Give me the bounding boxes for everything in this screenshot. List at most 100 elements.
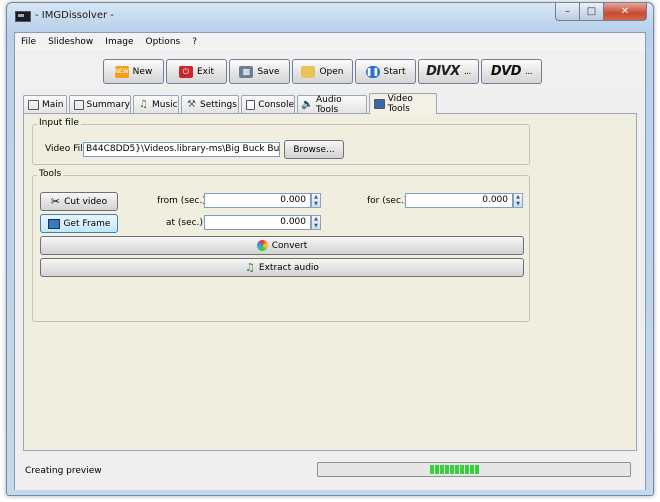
convert-button[interactable]: Convert [40, 236, 524, 255]
for-spinner[interactable]: ▲ ▼ [513, 193, 523, 208]
window-controls: – □ ✕ [555, 3, 647, 21]
scissors-icon: ✂ [50, 195, 61, 208]
spin-down-icon: ▼ [314, 222, 318, 229]
extract-audio-label: Extract audio [258, 262, 319, 273]
start-button[interactable]: ❚❚ Start [355, 59, 416, 84]
tab-audio-tools[interactable]: 🔈 Audio Tools [297, 94, 367, 115]
video-tools-panel: Input file Video File B44C8DD5}\Videos.l… [23, 113, 637, 451]
at-spinner[interactable]: ▲ ▼ [311, 215, 321, 230]
app-window: - IMGDissolver - – □ ✕ File Slideshow Im… [6, 2, 654, 496]
tab-video-tools-label: Video Tools [387, 94, 413, 114]
start-button-label: Start [383, 66, 406, 77]
from-spinner[interactable]: ▲ ▼ [311, 193, 321, 208]
progress-block [455, 465, 459, 474]
spin-down-icon: ▼ [314, 200, 318, 207]
tools-icon: ⚒ [187, 99, 196, 110]
status-text: Creating preview [25, 466, 102, 476]
get-frame-label: Get Frame [63, 218, 111, 229]
music-note-icon: ♫ [245, 261, 255, 274]
progress-block [435, 465, 439, 474]
tab-music-label: Music [152, 99, 178, 110]
menu-slideshow[interactable]: Slideshow [42, 33, 99, 51]
tab-settings-label: Settings [200, 99, 237, 110]
maximize-button[interactable]: □ [580, 3, 604, 21]
tab-main[interactable]: Main [23, 95, 67, 113]
tab-audio-tools-label: Audio Tools [316, 94, 342, 115]
for-input[interactable]: 0.000 [405, 193, 513, 208]
spin-down-icon: ▼ [516, 200, 520, 207]
at-input[interactable]: 0.000 [204, 215, 311, 230]
progress-bar [317, 462, 631, 477]
new-icon: NEW [115, 65, 129, 78]
cut-video-button[interactable]: ✂ Cut video [40, 192, 118, 211]
video-file-input[interactable]: B44C8DD5}\Videos.library-ms\Big Buck Bun… [83, 142, 280, 157]
window-title: - IMGDissolver - [35, 10, 114, 21]
from-label: from (sec.) [157, 196, 206, 206]
title-bar[interactable]: - IMGDissolver - – □ ✕ [7, 3, 653, 31]
open-button[interactable]: Open [292, 59, 353, 84]
open-button-label: Open [319, 66, 344, 77]
tools-group-title: Tools [37, 169, 64, 179]
dvd-logo-icon: DVD [490, 64, 522, 79]
for-label: for (sec.) [367, 196, 408, 206]
floppy-icon: ▩ [239, 65, 254, 78]
power-icon: ⏻ [178, 65, 193, 78]
progress-block [450, 465, 454, 474]
dvd-more: ... [525, 66, 533, 77]
play-icon: ❚❚ [365, 65, 380, 78]
exit-button-label: Exit [196, 66, 215, 77]
main-tab-icon [28, 99, 39, 110]
client-area: File Slideshow Image Options ? NEW New ⏻… [14, 32, 646, 490]
maximize-icon: □ [586, 6, 597, 17]
get-frame-button[interactable]: Get Frame [40, 214, 118, 233]
progress-block [460, 465, 464, 474]
console-icon [246, 99, 256, 110]
from-input[interactable]: 0.000 [204, 193, 311, 208]
browse-button-label: Browse... [293, 144, 335, 155]
save-button[interactable]: ▩ Save [229, 59, 290, 84]
extract-audio-button[interactable]: ♫ Extract audio [40, 258, 524, 277]
frame-icon [47, 218, 60, 229]
progress-block [475, 465, 479, 474]
tab-summary-label: Summary [86, 99, 131, 110]
dvd-button[interactable]: DVD ... [481, 59, 542, 84]
tab-settings[interactable]: ⚒ Settings [181, 95, 239, 113]
progress-block [430, 465, 434, 474]
toolbar: NEW New ⏻ Exit ▩ Save Open ❚❚ Start DIVX [15, 53, 645, 89]
new-button[interactable]: NEW New [103, 59, 164, 84]
minimize-button[interactable]: – [555, 3, 580, 21]
input-file-group: Input file Video File B44C8DD5}\Videos.l… [32, 118, 530, 165]
music-note-icon: ♫ [139, 99, 148, 110]
progress-block [445, 465, 449, 474]
progress-block [470, 465, 474, 474]
film-icon [374, 99, 385, 109]
save-button-label: Save [257, 66, 280, 77]
at-label: at (sec.) [166, 218, 203, 228]
menu-file[interactable]: File [15, 33, 42, 51]
divx-button[interactable]: DIVX ... [418, 59, 479, 84]
divx-more: ... [463, 66, 472, 77]
convert-label: Convert [271, 240, 308, 251]
summary-tab-icon [74, 99, 84, 110]
browse-button[interactable]: Browse... [284, 140, 344, 159]
video-file-label: Video File [45, 144, 89, 154]
close-button[interactable]: ✕ [604, 3, 647, 21]
speaker-icon: 🔈 [301, 99, 314, 110]
progress-block [440, 465, 444, 474]
exit-button[interactable]: ⏻ Exit [166, 59, 227, 84]
tab-video-tools[interactable]: Video Tools [369, 93, 437, 114]
menu-image[interactable]: Image [99, 33, 139, 51]
menu-help[interactable]: ? [186, 33, 203, 51]
tab-summary[interactable]: Summary [69, 95, 131, 113]
tab-main-label: Main [42, 99, 64, 110]
close-icon: ✕ [620, 6, 630, 17]
cut-video-label: Cut video [64, 196, 108, 207]
menu-options[interactable]: Options [139, 33, 186, 51]
convert-icon [256, 240, 268, 251]
progress-bar-fill [430, 465, 479, 474]
tab-console-label: Console [258, 99, 294, 110]
tab-console[interactable]: Console [241, 95, 295, 113]
divx-logo-icon: DIVX [426, 64, 460, 79]
tab-music[interactable]: ♫ Music [133, 95, 179, 113]
status-bar: Creating preview [15, 451, 645, 490]
